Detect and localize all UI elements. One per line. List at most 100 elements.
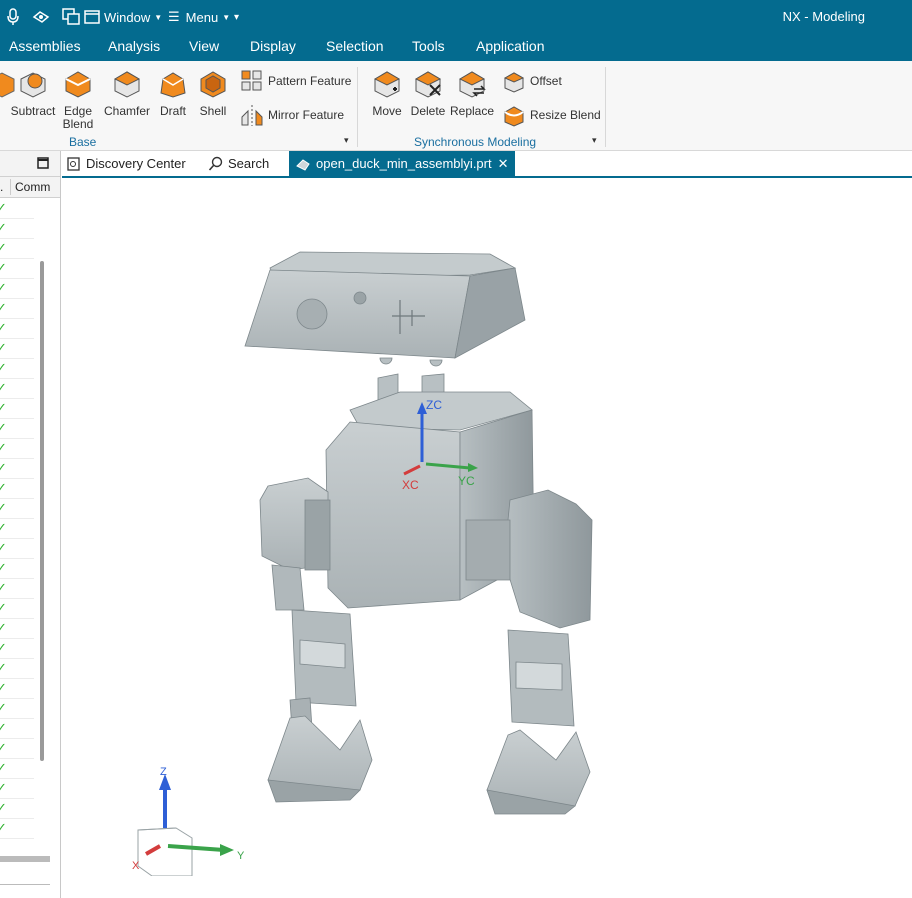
navigator-row[interactable]: ✓	[0, 318, 34, 339]
menu-assemblies[interactable]: Assemblies	[9, 38, 81, 54]
menu-selection[interactable]: Selection	[326, 38, 384, 54]
menu-dropdown[interactable]: ☰ Menu ▼	[168, 8, 230, 26]
chamfer-button[interactable]: Chamfer	[102, 67, 152, 118]
navigator-row[interactable]: ✓	[0, 638, 34, 659]
navigator-row[interactable]: ✓	[0, 818, 34, 839]
horizontal-scrollbar[interactable]	[0, 856, 50, 862]
tab-active-part[interactable]: open_duck_min_assemblyi.prt ✕	[289, 151, 515, 176]
navigator-row[interactable]: ✓	[0, 798, 34, 819]
menu-application[interactable]: Application	[476, 38, 545, 54]
navigator-row[interactable]: ✓	[0, 698, 34, 719]
checkmark-icon[interactable]: ✓	[0, 380, 7, 396]
checkmark-icon[interactable]: ✓	[0, 820, 7, 836]
checkmark-icon[interactable]: ✓	[0, 680, 7, 696]
navigator-row[interactable]: ✓	[0, 578, 34, 599]
checkmark-icon[interactable]: ✓	[0, 200, 7, 216]
navigator-row[interactable]: ✓	[0, 718, 34, 739]
checkmark-icon[interactable]: ✓	[0, 360, 7, 376]
vertical-scrollbar[interactable]	[40, 261, 44, 761]
touch-mode-icon[interactable]	[32, 8, 50, 26]
checkmark-icon[interactable]: ✓	[0, 580, 7, 596]
navigator-row[interactable]: ✓	[0, 418, 34, 439]
switch-window-icon[interactable]	[62, 8, 80, 26]
resize-blend-button[interactable]: Resize Blend	[502, 103, 601, 127]
checkmark-icon[interactable]: ✓	[0, 500, 7, 516]
navigator-row[interactable]: ✓	[0, 558, 34, 579]
navigator-row[interactable]: ✓	[0, 378, 34, 399]
microphone-icon[interactable]	[6, 8, 20, 26]
checkmark-icon[interactable]: ✓	[0, 540, 7, 556]
draft-button[interactable]: Draft	[154, 67, 192, 118]
navigator-row[interactable]: ✓	[0, 338, 34, 359]
navigator-row[interactable]: ✓	[0, 658, 34, 679]
checkmark-icon[interactable]: ✓	[0, 460, 7, 476]
pattern-feature-button[interactable]: Pattern Feature	[240, 69, 351, 93]
checkmark-icon[interactable]: ✓	[0, 780, 7, 796]
menu-view[interactable]: View	[189, 38, 219, 54]
checkmark-icon[interactable]: ✓	[0, 560, 7, 576]
checkmark-icon[interactable]: ✓	[0, 320, 7, 336]
edge-blend-button[interactable]: Edge Blend	[58, 67, 98, 131]
checkmark-icon[interactable]: ✓	[0, 220, 7, 236]
navigator-row[interactable]: ✓	[0, 278, 34, 299]
checkmark-icon[interactable]: ✓	[0, 340, 7, 356]
navigator-row[interactable]: ✓	[0, 518, 34, 539]
navigator-row[interactable]: ✓	[0, 478, 34, 499]
unite-button[interactable]	[0, 67, 15, 105]
checkmark-icon[interactable]: ✓	[0, 620, 7, 636]
checkmark-icon[interactable]: ✓	[0, 740, 7, 756]
tab-search[interactable]: Search	[208, 151, 269, 176]
column-header-name[interactable]: .	[0, 180, 3, 194]
close-icon[interactable]: ✕	[498, 156, 509, 172]
menu-tools[interactable]: Tools	[412, 38, 445, 54]
checkmark-icon[interactable]: ✓	[0, 400, 7, 416]
navigator-row[interactable]: ✓	[0, 538, 34, 559]
checkmark-icon[interactable]: ✓	[0, 440, 7, 456]
checkmark-icon[interactable]: ✓	[0, 760, 7, 776]
navigator-row[interactable]: ✓	[0, 258, 34, 279]
checkmark-icon[interactable]: ✓	[0, 520, 7, 536]
menu-analysis[interactable]: Analysis	[108, 38, 160, 54]
checkmark-icon[interactable]: ✓	[0, 660, 7, 676]
navigator-row[interactable]: ✓	[0, 218, 34, 239]
column-divider[interactable]	[10, 179, 11, 195]
base-group-expand-icon[interactable]: ▾	[344, 135, 349, 146]
move-face-button[interactable]: Move	[366, 67, 408, 118]
checkmark-icon[interactable]: ✓	[0, 420, 7, 436]
navigator-row[interactable]: ✓	[0, 238, 34, 259]
checkmark-icon[interactable]: ✓	[0, 240, 7, 256]
window-dropdown[interactable]: Window ▼	[84, 8, 162, 26]
checkmark-icon[interactable]: ✓	[0, 600, 7, 616]
navigator-row[interactable]: ✓	[0, 498, 34, 519]
checkmark-icon[interactable]: ✓	[0, 800, 7, 816]
checkmark-icon[interactable]: ✓	[0, 640, 7, 656]
subtract-button[interactable]: Subtract	[10, 67, 56, 118]
customize-qat-icon[interactable]: ▾	[234, 8, 239, 26]
navigator-row[interactable]: ✓	[0, 618, 34, 639]
menu-display[interactable]: Display	[250, 38, 296, 54]
sync-group-expand-icon[interactable]: ▾	[592, 135, 597, 146]
checkmark-icon[interactable]: ✓	[0, 260, 7, 276]
column-header-comment[interactable]: Comm	[15, 180, 50, 194]
navigator-row[interactable]: ✓	[0, 398, 34, 419]
navigator-row[interactable]: ✓	[0, 738, 34, 759]
navigator-row[interactable]: ✓	[0, 758, 34, 779]
navigator-row[interactable]: ✓	[0, 358, 34, 379]
checkmark-icon[interactable]: ✓	[0, 300, 7, 316]
maximize-icon[interactable]	[37, 157, 49, 169]
replace-face-button[interactable]: Replace	[450, 67, 494, 118]
offset-region-button[interactable]: Offset	[502, 69, 562, 93]
checkmark-icon[interactable]: ✓	[0, 480, 7, 496]
checkmark-icon[interactable]: ✓	[0, 700, 7, 716]
navigator-row[interactable]: ✓	[0, 298, 34, 319]
navigator-row[interactable]: ✓	[0, 198, 34, 219]
navigator-row[interactable]: ✓	[0, 458, 34, 479]
navigator-row[interactable]: ✓	[0, 438, 34, 459]
navigator-row[interactable]: ✓	[0, 778, 34, 799]
tab-discovery-center[interactable]: Discovery Center	[66, 151, 186, 176]
mirror-feature-button[interactable]: Mirror Feature	[240, 103, 344, 127]
navigator-row[interactable]: ✓	[0, 678, 34, 699]
shell-button[interactable]: Shell	[194, 67, 232, 118]
navigator-row[interactable]: ✓	[0, 598, 34, 619]
checkmark-icon[interactable]: ✓	[0, 720, 7, 736]
